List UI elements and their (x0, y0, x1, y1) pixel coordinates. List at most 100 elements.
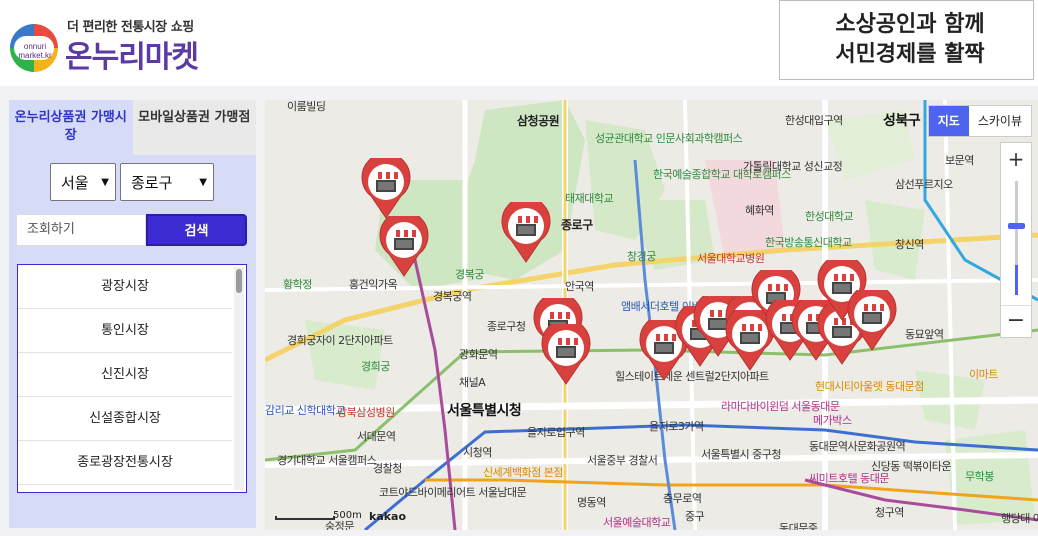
map-place-label: 을지로입구역 (527, 426, 585, 439)
map-place-label: 행당대 아파트 (1001, 512, 1038, 525)
search-input[interactable]: 조회하기 (16, 214, 146, 246)
map-place-label: 신당동 떡볶이타운 (871, 460, 951, 473)
map-place-label: 혜화역 (745, 204, 774, 217)
market-marker-icon[interactable] (847, 290, 897, 352)
map-scale-bar (275, 516, 335, 520)
region-select[interactable]: 서울 ▼ (50, 163, 116, 201)
logo-circle-text: onnuri market.kr (18, 42, 52, 60)
map-place-label: 황학정 (283, 278, 312, 291)
market-list-item[interactable]: 신설종합시장 (18, 397, 232, 441)
region-select-value: 서울 (61, 173, 89, 192)
chevron-down-icon: ▼ (101, 177, 109, 188)
map-place-label: 홍건익가옥 (349, 278, 398, 291)
map-place-label: 경희궁자이 2단지아파트 (287, 334, 393, 347)
map-place-label: 경기대학교 서울캠퍼스 (277, 454, 377, 467)
map-place-label: 경복궁역 (433, 290, 472, 303)
market-marker-icon[interactable] (501, 202, 551, 264)
map-place-label: 종로구청 (487, 320, 526, 333)
region-selects: 서울 ▼ 종로구 ▼ (50, 163, 214, 201)
map-place-label: 을지로3가역 (649, 420, 704, 433)
map-place-label: 성균관대학교 인문사회과학캠퍼스 (595, 132, 743, 145)
map-place-label: 동대문중 (779, 522, 818, 530)
map-place-label: 삼선푸르지오 (895, 178, 953, 191)
market-marker-icon[interactable] (541, 324, 591, 386)
map-place-label: 경복궁 (455, 268, 484, 281)
map-place-label: 창경궁 (627, 250, 656, 263)
map-place-label: 명동역 (577, 496, 606, 509)
tab-bar: 온누리상품권 가맹시장 모바일상품권 가맹점 (9, 100, 256, 155)
district-select[interactable]: 종로구 ▼ (120, 163, 214, 201)
tab-onnuri-markets[interactable]: 온누리상품권 가맹시장 (9, 100, 133, 155)
onnuri-market-logo[interactable]: onnuri market.kr 더 편리한 전통시장 쇼핑 온누리마켓 (10, 16, 200, 75)
map-place-label: 광화문역 (459, 348, 498, 361)
map-place-label: 이룸빌딩 (287, 100, 326, 113)
scrollbar-thumb[interactable] (236, 269, 242, 293)
market-search-panel: 온누리상품권 가맹시장 모바일상품권 가맹점 서울 ▼ 종로구 ▼ 조회하기 검… (9, 100, 256, 528)
map-place-label: 메가박스 (813, 414, 852, 427)
list-scrollbar[interactable] (234, 267, 244, 490)
map-place-label: 창신역 (895, 238, 924, 251)
map-place-label: 코트야드바이메리어트 서울남대문 (379, 486, 527, 499)
market-list-item[interactable]: 광장시장 (18, 265, 232, 309)
map-place-label: 강북삼성병원 (337, 406, 395, 419)
map-type-toggle: 지도 스카이뷰 (927, 105, 1032, 137)
market-map[interactable]: 이룸빌딩 삼청공원 성균관대학교 인문사회과학캠퍼스 한성대입구역 성북구 보문역 한국예술… (265, 100, 1038, 530)
map-place-label: 한국방송통신대학교 (765, 236, 852, 249)
map-place-label: 서울대학교병원 (697, 252, 765, 265)
map-place-label: 서대문역 (357, 430, 396, 443)
map-place-label: 안국역 (565, 280, 594, 293)
map-place-label: 동묘앞역 (905, 328, 944, 341)
tab-mobile-voucher-stores[interactable]: 모바일상품권 가맹점 (132, 100, 256, 155)
banner-line-1: 소상공인과 함께 (835, 11, 985, 37)
map-place-label: 신세계백화점 본점 (483, 466, 563, 479)
map-place-label: 성북구 (883, 113, 921, 129)
zoom-in-button[interactable]: + (1001, 143, 1031, 175)
map-place-label: 감리교 신학대학교 (265, 404, 345, 417)
map-place-label: 서울특별시청 (447, 403, 522, 419)
banner-text: 소상공인과 함께 서민경제를 활짝 (820, 9, 1000, 69)
map-place-label: 동대문역사문화공원역 (809, 440, 906, 453)
map-place-label: 경찰청 (373, 462, 402, 475)
map-place-label: 한성대입구역 (785, 114, 843, 127)
map-attribution[interactable]: kakao (369, 510, 406, 523)
search-row: 조회하기 검색 (16, 214, 247, 246)
logo-title: 온누리마켓 (65, 40, 199, 75)
banner-line-2: 서민경제를 활짝 (835, 41, 985, 67)
campaign-banner[interactable]: 소상공인과 함께 서민경제를 활짝 (779, 0, 1034, 80)
map-place-label: 시청역 (463, 446, 492, 459)
map-place-label: 청구역 (875, 506, 904, 519)
market-list-item[interactable]: 통인시장 (18, 309, 232, 353)
district-select-value: 종로구 (131, 173, 173, 192)
zoom-out-button[interactable]: − (1001, 305, 1031, 337)
map-place-label: 이마트 (969, 368, 998, 381)
market-list[interactable]: 광장시장 통인시장 신진시장 신설종합시장 종로광장전통시장 (17, 264, 247, 493)
map-place-label: 보문역 (945, 154, 974, 167)
map-place-label: 서울예술대학교 (603, 516, 671, 529)
map-place-label: 서울특별시 중구청 (701, 448, 781, 461)
chevron-down-icon: ▼ (199, 177, 207, 188)
map-place-label: 서울중부 경찰서 (587, 454, 658, 467)
skyview-button[interactable]: 스카이뷰 (969, 106, 1031, 136)
site-header: onnuri market.kr 더 편리한 전통시장 쇼핑 온누리마켓 소상공… (0, 0, 1038, 86)
map-place-label: 삼청공원 (517, 114, 560, 128)
market-marker-icon[interactable] (379, 216, 429, 278)
map-place-label: 경희궁 (361, 360, 390, 373)
map-scale-label: 500m (333, 510, 362, 521)
zoom-slider-fill (1015, 265, 1018, 295)
map-view-button[interactable]: 지도 (928, 106, 969, 136)
map-place-label: 종로구 (561, 218, 593, 232)
zoom-slider-handle[interactable] (1008, 223, 1025, 229)
map-place-label: 충무로역 (663, 492, 702, 505)
search-button[interactable]: 검색 (146, 214, 247, 246)
map-place-label: 채널A (459, 376, 486, 389)
map-place-label: 한성대학교 (805, 210, 854, 223)
map-place-label: 무학봉 (965, 470, 994, 483)
zoom-control: + − (1000, 142, 1032, 338)
market-marker-icon[interactable] (361, 158, 411, 220)
market-list-item[interactable]: 종로광장전통시장 (18, 441, 232, 485)
map-place-label: 태재대학교 (565, 192, 614, 205)
map-place-label: 현대시티아울렛 동대문점 (815, 380, 924, 393)
market-list-item[interactable]: 신진시장 (18, 353, 232, 397)
map-place-label: 중구 (685, 510, 705, 523)
map-place-label: 가톨릭대학교 성신교정 (743, 160, 843, 173)
